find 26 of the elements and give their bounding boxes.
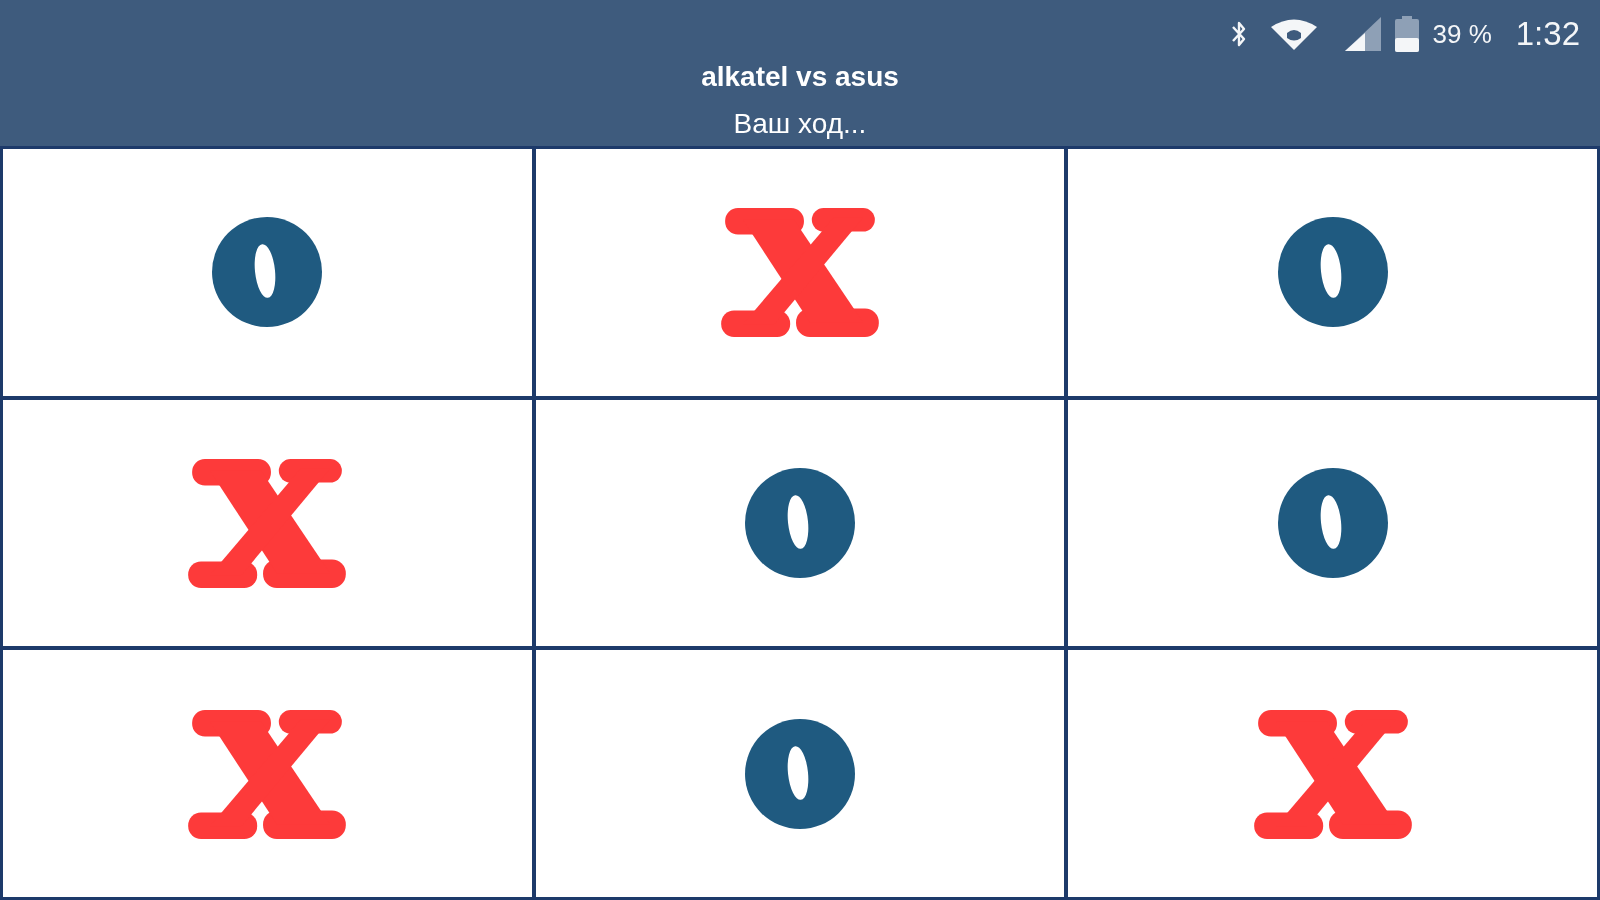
battery-percentage: 39 %: [1432, 19, 1492, 49]
board-cell[interactable]: [535, 399, 1065, 647]
cross-icon: [721, 206, 879, 339]
wifi-icon: [1270, 18, 1317, 50]
turn-status: Ваш ход...: [733, 109, 867, 139]
board-cell[interactable]: [3, 399, 532, 647]
nought-icon: [745, 468, 855, 578]
bluetooth-icon: [1230, 20, 1247, 48]
board-cell[interactable]: [1068, 149, 1597, 396]
cross-icon: [188, 457, 347, 589]
signal-icon: [1344, 17, 1381, 51]
battery-icon: [1394, 16, 1419, 52]
board-cell[interactable]: [535, 650, 1065, 897]
cross-icon: [188, 707, 347, 840]
nought-icon: [1277, 217, 1388, 328]
nought-icon: [1277, 468, 1388, 578]
nought-icon: [212, 217, 323, 328]
clock-time: 1:32: [1515, 15, 1580, 53]
board-cell[interactable]: [1068, 399, 1597, 647]
board-cell[interactable]: [535, 149, 1065, 396]
board-cell[interactable]: [3, 149, 532, 396]
cross-icon: [1253, 707, 1412, 840]
match-title: alkatel vs asus: [701, 62, 899, 92]
board-cell[interactable]: [3, 650, 532, 897]
nought-icon: [745, 718, 855, 829]
board-cell[interactable]: [1068, 650, 1597, 897]
